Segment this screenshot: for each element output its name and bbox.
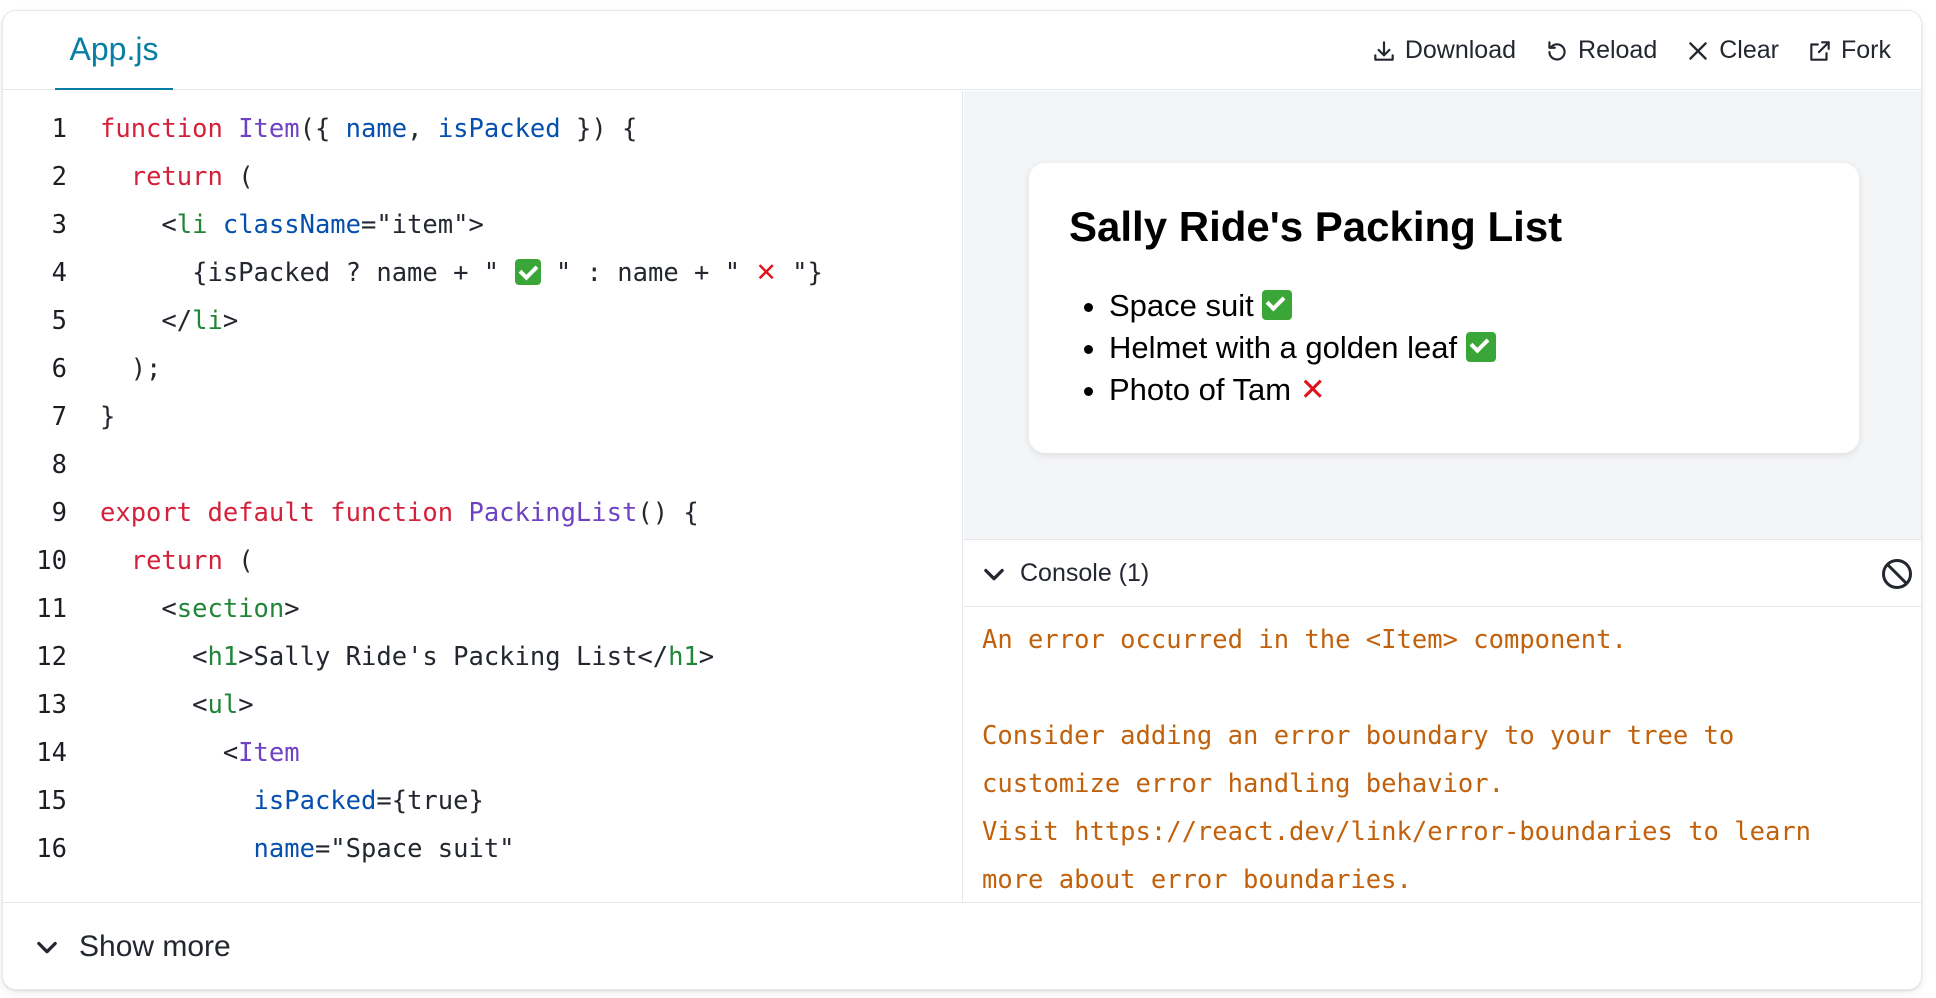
item-text: Photo of Tam: [1109, 372, 1292, 407]
line-number: 14: [36, 738, 67, 768]
clear-console-icon[interactable]: [1879, 556, 1915, 592]
download-button[interactable]: Download: [1371, 36, 1516, 65]
line-number: 1: [51, 114, 67, 144]
code-text: function Item({ name, isPacked }) {: [100, 114, 638, 144]
item-text: Helmet with a golden leaf: [1109, 330, 1458, 365]
code-text: return (: [130, 546, 254, 576]
line-number: 16: [36, 834, 67, 864]
console-header[interactable]: Console (1): [964, 541, 1921, 607]
download-icon: [1374, 40, 1394, 61]
code-line: 11 <section>: [3, 585, 962, 633]
line-number: 10: [36, 546, 67, 576]
code-line: 8: [3, 441, 962, 489]
code-line: 14 <Item: [3, 729, 962, 777]
code-line: 15 isPacked={true}: [3, 777, 962, 825]
list-item: Helmet with a golden leaf: [1109, 327, 1496, 369]
clear-button[interactable]: Clear: [1685, 36, 1779, 65]
line-number: 15: [36, 786, 67, 816]
line-number: 13: [36, 690, 67, 720]
line-number: 5: [51, 306, 67, 336]
code-text: <section>: [100, 594, 300, 624]
line-number: 7: [51, 402, 67, 432]
code-line: 4 {isPacked ? name + " " : name + " ✕ "}: [3, 249, 962, 297]
preview-card: Sally Ride's Packing List Space suit Hel…: [1029, 163, 1859, 453]
check-emoji-icon: [1262, 290, 1293, 320]
console-line: Visit https://react.dev/link/error-bound…: [982, 817, 1812, 847]
code-line: 10 return (: [3, 537, 962, 585]
line-number: 3: [51, 210, 67, 240]
list-item: Space suit: [1109, 285, 1496, 327]
code-line: 12 <h1>Sally Ride's Packing List</h1>: [3, 633, 962, 681]
console-title: Console (1): [1020, 559, 1150, 587]
code-line: 3 <li className="item">: [3, 201, 962, 249]
fork-label: Fork: [1841, 36, 1891, 64]
code-line: 5 </li>: [3, 297, 962, 345]
external-link-icon: [1810, 40, 1830, 61]
chevron-down-icon[interactable]: [980, 560, 1008, 588]
show-more-label: Show more: [79, 930, 231, 963]
console-line: An error occurred in the <Item> componen…: [982, 625, 1627, 655]
console-output: An error occurred in the <Item> componen…: [964, 608, 1921, 902]
code-text: {isPacked ? name + " " : name + " ✕ "}: [100, 258, 823, 288]
close-icon: [1689, 41, 1708, 60]
code-line: 6 );: [3, 345, 962, 393]
code-line: 2 return (: [3, 153, 962, 201]
preview-pane: Sally Ride's Packing List Space suit Hel…: [964, 91, 1921, 540]
code-text: );: [100, 354, 162, 384]
code-text: </li>: [100, 306, 239, 336]
reload-label: Reload: [1578, 36, 1658, 64]
toolbar-actions: Download Reload Clear Fork: [1371, 11, 1891, 90]
code-text: export default function PackingList() {: [100, 498, 699, 528]
list-item: Photo of Tam ✕: [1109, 369, 1496, 411]
check-emoji-icon: [1465, 332, 1496, 362]
code-line: 1 function Item({ name, isPacked }) {: [3, 105, 962, 153]
fork-button[interactable]: Fork: [1807, 36, 1891, 65]
code-text: }: [100, 402, 116, 432]
clear-label: Clear: [1719, 36, 1779, 64]
code-text: <ul>: [100, 690, 254, 720]
code-text: name="Space suit": [253, 834, 515, 864]
cross-emoji-icon: ✕: [1299, 372, 1326, 408]
line-number: 11: [36, 594, 67, 624]
check-emoji-icon: [514, 259, 541, 285]
tab-app-js[interactable]: App.js: [55, 11, 173, 90]
item-text: Space suit: [1109, 288, 1254, 323]
show-more-button[interactable]: Show more: [3, 902, 1921, 989]
line-number: 4: [51, 258, 67, 288]
line-number: 6: [51, 354, 67, 384]
code-text: return (: [130, 162, 254, 192]
preview-heading: Sally Ride's Packing List: [1069, 203, 1563, 250]
chevron-down-icon: [37, 941, 57, 954]
console-line: Consider adding an error boundary to you…: [982, 721, 1735, 751]
code-line: 16 name="Space suit": [3, 825, 962, 873]
console-line: more about error boundaries.: [982, 865, 1412, 895]
download-label: Download: [1404, 36, 1517, 64]
code-text: <li className="item">: [100, 210, 484, 240]
code-line: 9 export default function PackingList() …: [3, 489, 962, 537]
packing-list: Space suit Helmet with a golden leaf Pho…: [1109, 285, 1496, 411]
console-line: customize error handling behavior.: [982, 769, 1504, 799]
code-text: isPacked={true}: [253, 786, 484, 816]
editor-toolbar: App.js Download Reload Clear Fork: [3, 11, 1921, 90]
reload-icon: [1548, 40, 1566, 61]
code-text: <h1>Sally Ride's Packing List</h1>: [100, 642, 715, 672]
sandbox-frame: App.js Download Reload Clear Fork 1 func…: [2, 10, 1922, 990]
code-line: 7 }: [3, 393, 962, 441]
code-text: <Item: [100, 738, 300, 768]
line-number: 12: [36, 642, 67, 672]
line-number: 2: [51, 162, 67, 192]
code-line: 13 <ul>: [3, 681, 962, 729]
line-number: 9: [51, 498, 67, 528]
line-number: 8: [51, 450, 67, 480]
cross-emoji-icon: ✕: [755, 258, 777, 288]
code-editor[interactable]: 1 function Item({ name, isPacked }) { 2 …: [3, 91, 963, 902]
reload-button[interactable]: Reload: [1544, 36, 1657, 65]
